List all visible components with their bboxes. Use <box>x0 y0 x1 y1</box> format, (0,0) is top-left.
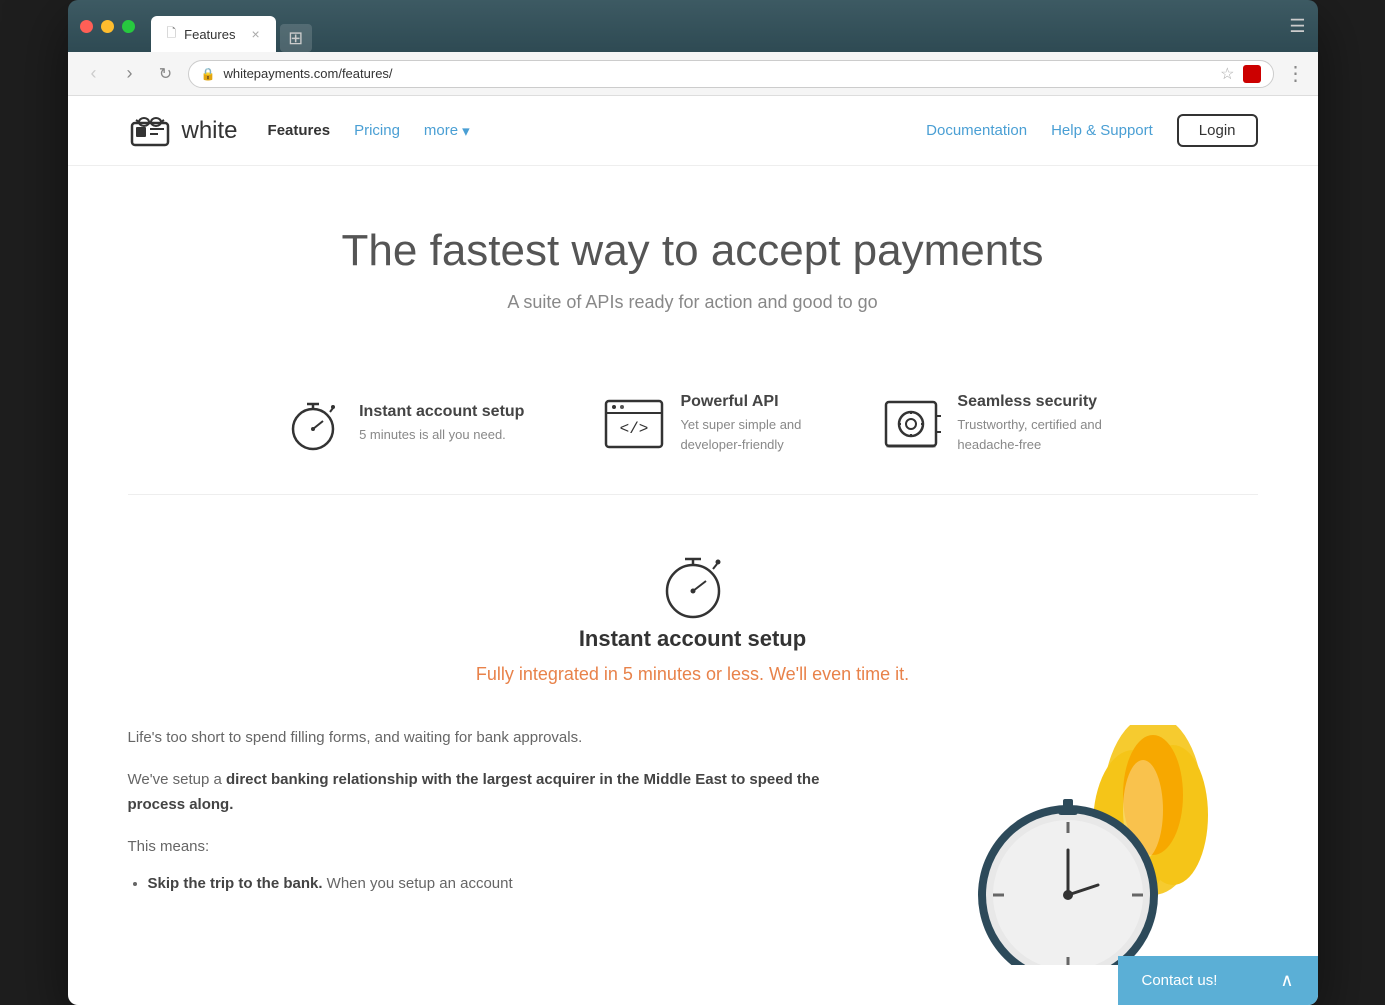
detail-bold: direct banking relationship with the lar… <box>128 771 820 814</box>
feature-title-3: Seamless security <box>957 393 1102 411</box>
nav-features[interactable]: Features <box>268 122 331 139</box>
tab-label: Features <box>184 27 235 42</box>
site-nav: white Features Pricing more ▾ Documentat… <box>68 96 1318 166</box>
bookmark-button[interactable]: ☆ <box>1220 64 1234 84</box>
browser-menu-icon: ☰ <box>1289 16 1305 36</box>
safe-icon <box>881 394 941 454</box>
feature-title-1: Instant account setup <box>359 403 524 421</box>
detail-section: Instant account setup Fully integrated i… <box>68 495 1318 1005</box>
logo-icon <box>128 109 172 153</box>
nav-documentation[interactable]: Documentation <box>926 122 1027 139</box>
hero-section: The fastest way to accept payments A sui… <box>68 166 1318 353</box>
detail-illustration <box>878 725 1258 965</box>
stopwatch-icon <box>283 394 343 454</box>
tab-close-button[interactable]: × <box>251 26 259 42</box>
api-icon: </> <box>604 394 664 454</box>
nav-pricing[interactable]: Pricing <box>354 122 400 139</box>
browser-tab[interactable]: 🗋 Features × <box>151 16 276 52</box>
feature-instant-setup: Instant account setup 5 minutes is all y… <box>283 393 524 454</box>
feature-desc-3: Trustworthy, certified andheadache-free <box>957 415 1102 454</box>
hero-subtitle: A suite of APIs ready for action and goo… <box>108 292 1278 313</box>
contact-us-button[interactable]: Contact us! ∧ <box>1118 956 1318 1005</box>
maximize-button[interactable] <box>122 20 135 33</box>
forward-button[interactable]: › <box>116 60 144 88</box>
url-text: whitepayments.com/features/ <box>223 66 1212 81</box>
detail-body-p1: Life's too short to spend filling forms,… <box>128 725 838 751</box>
minimize-button[interactable] <box>101 20 114 33</box>
close-button[interactable] <box>80 20 93 33</box>
feature-title-2: Powerful API <box>680 393 801 411</box>
detail-title: Instant account setup <box>579 626 806 652</box>
lock-icon: 🔒 <box>201 67 216 81</box>
logo-text: white <box>182 117 238 145</box>
reload-button[interactable]: ↻ <box>152 60 180 88</box>
detail-body-p2: We've setup a direct banking relationshi… <box>128 767 838 818</box>
logo[interactable]: white <box>128 109 238 153</box>
extension-icon <box>1243 65 1261 83</box>
back-button[interactable]: ‹ <box>80 60 108 88</box>
login-button[interactable]: Login <box>1177 114 1258 147</box>
features-row: Instant account setup 5 minutes is all y… <box>68 353 1318 494</box>
new-tab-icon: ⊞ <box>288 28 303 49</box>
svg-text:</>: </> <box>620 420 649 438</box>
tab-page-icon: 🗋 <box>167 24 177 45</box>
contact-label: Contact us! <box>1142 972 1218 989</box>
detail-bullet-1: Skip the trip to the bank. When you setu… <box>148 875 838 892</box>
feature-desc-1: 5 minutes is all you need. <box>359 425 524 445</box>
nav-more[interactable]: more ▾ <box>424 122 470 140</box>
detail-body-p3: This means: <box>128 834 838 860</box>
new-tab-button[interactable]: ⊞ <box>280 24 312 52</box>
detail-subtitle: Fully integrated in 5 minutes or less. W… <box>476 664 909 685</box>
browser-more-button[interactable]: ⋮ <box>1286 61 1306 86</box>
address-bar[interactable]: 🔒 whitepayments.com/features/ ☆ <box>188 60 1274 88</box>
chevron-down-icon: ▾ <box>462 122 470 140</box>
nav-help-support[interactable]: Help & Support <box>1051 122 1153 139</box>
feature-powerful-api: </> Powerful API Yet super simple anddev… <box>604 393 801 454</box>
feature-seamless-security: Seamless security Trustworthy, certified… <box>881 393 1102 454</box>
detail-icon <box>658 545 728 626</box>
chevron-up-icon: ∧ <box>1280 970 1293 991</box>
feature-desc-2: Yet super simple anddeveloper-friendly <box>680 415 801 454</box>
hero-title: The fastest way to accept payments <box>108 226 1278 276</box>
detail-text: Life's too short to spend filling forms,… <box>128 725 838 965</box>
